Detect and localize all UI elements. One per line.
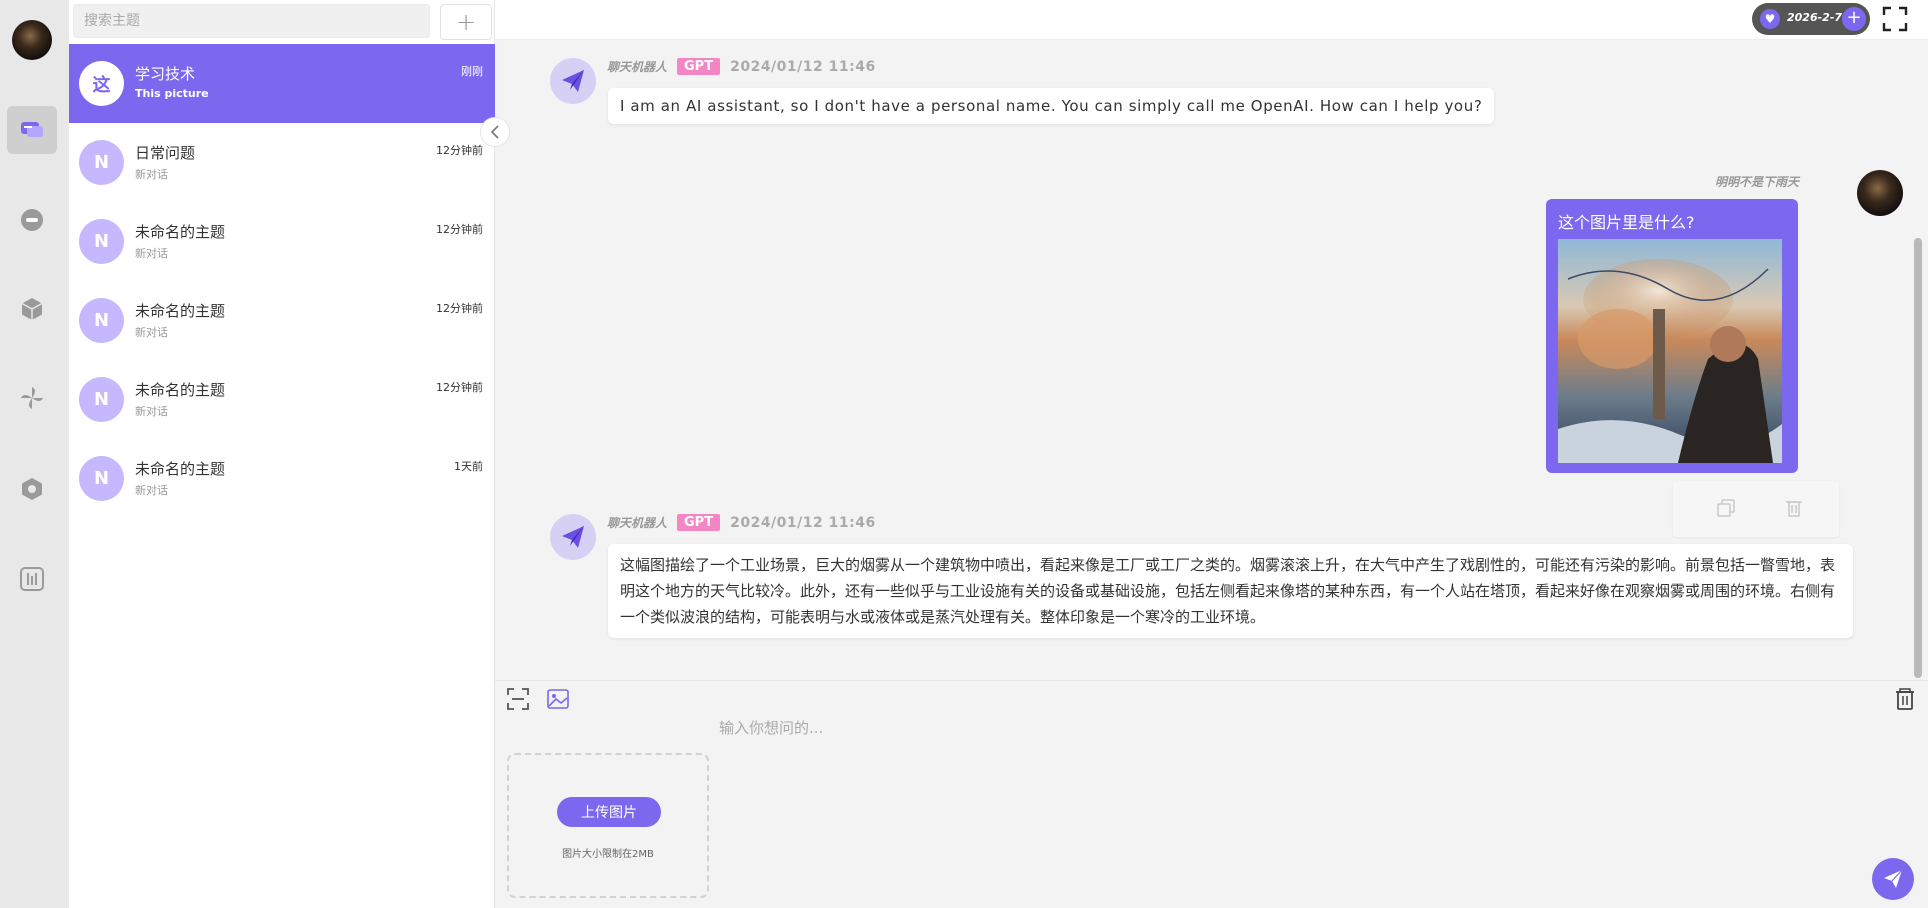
paper-plane-icon bbox=[562, 70, 584, 92]
topic-item[interactable]: N 未命名的主题 新对话 12分钟前 bbox=[69, 281, 495, 360]
bot-message-bubble: 这幅图描绘了一个工业场景，巨大的烟雾从一个建筑物中喷出，看起来像是工厂或工厂之类… bbox=[608, 544, 1853, 638]
rail-robot-button[interactable] bbox=[7, 196, 57, 244]
search-row: + bbox=[73, 4, 492, 40]
user-name: 明明不是下雨天 bbox=[1714, 175, 1799, 189]
message-meta: 聊天机器人 GPT 2024/01/12 11:46 bbox=[607, 514, 876, 531]
topic-title: 未命名的主题 bbox=[135, 460, 226, 478]
model-badge: GPT bbox=[677, 514, 721, 531]
message-time: 2024/01/12 11:46 bbox=[730, 58, 876, 75]
topic-item[interactable]: N 日常问题 新对话 12分钟前 bbox=[69, 123, 495, 202]
user-message-bubble: 这个图片里是什么? bbox=[1546, 199, 1798, 473]
input-area: 上传图片 图片大小限制在2MB bbox=[495, 680, 1928, 908]
scan-icon[interactable] bbox=[505, 686, 531, 712]
message-meta: 聊天机器人 GPT 2024/01/12 11:46 bbox=[607, 58, 876, 75]
add-topic-button[interactable]: + bbox=[440, 4, 492, 40]
date-pill[interactable]: ♥ 2026-2-7 + bbox=[1752, 3, 1870, 35]
chat-area: 聊天机器人 GPT 2024/01/12 11:46 I am an AI as… bbox=[495, 40, 1909, 680]
topic-subtitle: 新对话 bbox=[135, 405, 168, 418]
bot-avatar bbox=[550, 514, 596, 560]
topic-avatar: N bbox=[79, 456, 124, 501]
topic-avatar: N bbox=[79, 140, 124, 185]
image-upload-dropzone[interactable]: 上传图片 图片大小限制在2MB bbox=[507, 753, 709, 898]
sender-name: 聊天机器人 bbox=[607, 60, 668, 74]
search-input[interactable] bbox=[73, 4, 430, 38]
bot-message-bubble: I am an AI assistant, so I don't have a … bbox=[608, 88, 1495, 124]
rail-chat-button[interactable] bbox=[7, 106, 57, 154]
rail-pinwheel-button[interactable] bbox=[7, 374, 57, 422]
hexagon-settings-icon bbox=[22, 478, 42, 500]
message-tools bbox=[1673, 481, 1839, 537]
collapse-sidebar-button[interactable] bbox=[480, 117, 510, 147]
topic-title: 未命名的主题 bbox=[135, 302, 226, 320]
paper-plane-icon bbox=[562, 526, 584, 548]
model-badge: GPT bbox=[677, 58, 721, 75]
topic-time: 刚刚 bbox=[461, 65, 483, 78]
topic-title: 学习技术 bbox=[135, 65, 196, 83]
topic-subtitle: This picture bbox=[135, 87, 209, 100]
topic-item[interactable]: N 未命名的主题 新对话 12分钟前 bbox=[69, 360, 495, 439]
topic-avatar: N bbox=[79, 298, 124, 343]
topic-item[interactable]: N 未命名的主题 新对话 12分钟前 bbox=[69, 202, 495, 281]
send-icon bbox=[1884, 869, 1903, 888]
message-text: I am an AI assistant, so I don't have a … bbox=[620, 97, 1483, 115]
chat-icon bbox=[21, 122, 43, 137]
topic-avatar: N bbox=[79, 377, 124, 422]
sender-name: 聊天机器人 bbox=[607, 516, 668, 530]
message-text: 这个图片里是什么? bbox=[1558, 213, 1695, 232]
topic-subtitle: 新对话 bbox=[135, 326, 168, 339]
topic-time: 1天前 bbox=[454, 460, 483, 473]
top-bar: ♥ 2026-2-7 + bbox=[495, 0, 1928, 40]
topic-time: 12分钟前 bbox=[436, 381, 483, 394]
topic-item[interactable]: 这 学习技术 This picture 刚刚 bbox=[69, 44, 495, 123]
user-message-avatar bbox=[1857, 170, 1903, 216]
topic-title: 日常问题 bbox=[135, 144, 196, 162]
trash-icon[interactable] bbox=[1892, 686, 1918, 712]
fullscreen-icon[interactable] bbox=[1882, 6, 1908, 32]
sliders-icon bbox=[20, 567, 44, 591]
chevron-left-icon bbox=[490, 125, 499, 139]
upload-image-button[interactable]: 上传图片 bbox=[557, 797, 661, 827]
topic-title: 未命名的主题 bbox=[135, 223, 226, 241]
topic-avatar: N bbox=[79, 219, 124, 264]
rail-stats-button[interactable] bbox=[7, 555, 57, 603]
rail-settings-button[interactable] bbox=[7, 465, 57, 513]
topic-subtitle: 新对话 bbox=[135, 484, 168, 497]
copy-icon[interactable] bbox=[1713, 495, 1739, 521]
topic-subtitle: 新对话 bbox=[135, 247, 168, 260]
add-button[interactable]: + bbox=[1842, 7, 1866, 31]
rail-cube-button[interactable] bbox=[7, 285, 57, 333]
topic-sidebar: + 这 学习技术 This picture 刚刚 N 日常问题 新对话 12分钟… bbox=[69, 0, 495, 908]
message-input[interactable] bbox=[717, 713, 1817, 743]
delete-message-icon[interactable] bbox=[1781, 495, 1807, 521]
upload-size-hint: 图片大小限制在2MB bbox=[562, 849, 654, 860]
message-text: 这幅图描绘了一个工业场景，巨大的烟雾从一个建筑物中喷出，看起来像是工厂或工厂之类… bbox=[620, 556, 1836, 626]
topic-time: 12分钟前 bbox=[436, 223, 483, 236]
robot-icon bbox=[21, 209, 43, 231]
pinwheel-icon bbox=[21, 387, 43, 409]
nav-rail bbox=[0, 0, 69, 908]
message-time: 2024/01/12 11:46 bbox=[730, 514, 876, 531]
topic-time: 12分钟前 bbox=[436, 144, 483, 157]
bot-avatar bbox=[550, 58, 596, 104]
cube-icon bbox=[21, 298, 43, 320]
heart-icon: ♥ bbox=[1760, 9, 1780, 29]
topic-time: 12分钟前 bbox=[436, 302, 483, 315]
send-button[interactable] bbox=[1872, 858, 1914, 900]
topic-subtitle: 新对话 bbox=[135, 168, 168, 181]
attached-image[interactable] bbox=[1558, 239, 1782, 463]
user-avatar[interactable] bbox=[12, 20, 52, 60]
image-upload-icon[interactable] bbox=[545, 686, 571, 712]
chat-scrollbar-thumb[interactable] bbox=[1914, 238, 1922, 678]
topic-avatar: 这 bbox=[79, 61, 124, 106]
image-content bbox=[1558, 259, 1782, 463]
topic-title: 未命名的主题 bbox=[135, 381, 226, 399]
topic-list: 这 学习技术 This picture 刚刚 N 日常问题 新对话 12分钟前 … bbox=[69, 44, 495, 518]
topic-item[interactable]: N 未命名的主题 新对话 1天前 bbox=[69, 439, 495, 518]
date-text: 2026-2-7 bbox=[1787, 11, 1843, 24]
